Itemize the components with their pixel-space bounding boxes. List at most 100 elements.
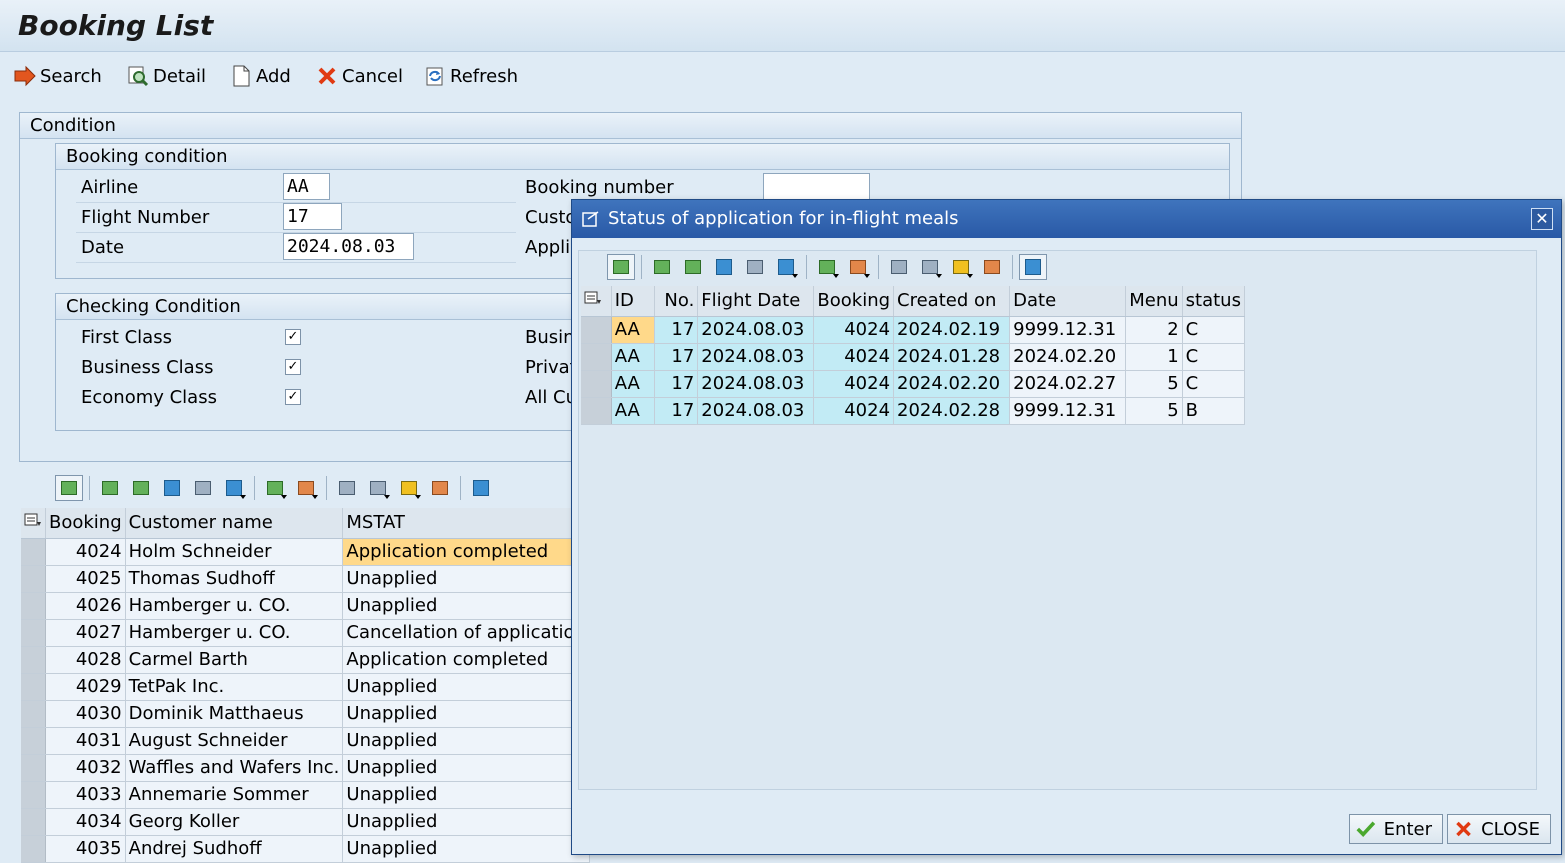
find-next-icon[interactable] [189,475,217,501]
enter-button[interactable]: Enter [1349,814,1443,844]
search-button[interactable]: Search [14,63,102,89]
cancel-button[interactable]: Cancel [316,63,403,89]
sum-icon[interactable] [813,254,841,280]
column-header-date[interactable]: Date [1009,286,1127,317]
table-row[interactable]: 4032 Waffles and Wafers Inc. Unapplied [21,754,590,782]
table-row[interactable]: 4034 Georg Koller Unapplied [21,808,590,836]
created-on-cell: 2024.02.28 [893,397,1011,425]
table-row[interactable]: 4028 Carmel Barth Application completed [21,646,590,674]
views-icon[interactable] [916,254,944,280]
booking-cell: 4025 [45,565,126,593]
row-selector[interactable] [21,781,46,809]
table-row[interactable]: 4033 Annemarie Sommer Unapplied [21,781,590,809]
economy-class-checkbox[interactable]: ✓ [285,389,301,405]
layout-icon[interactable] [426,475,454,501]
info-icon[interactable] [467,475,495,501]
row-selector[interactable] [21,646,46,674]
find-next-icon[interactable] [741,254,769,280]
row-selector[interactable] [21,700,46,728]
table-row[interactable]: AA 17 2024.08.03 4024 2024.02.19 9999.12.31 2 C [581,316,1246,344]
table-row[interactable]: 4026 Hamberger u. CO. Unapplied [21,592,590,620]
subtotal-icon[interactable] [292,475,320,501]
row-selector[interactable] [21,754,46,782]
column-header-no[interactable]: No. [654,286,699,317]
row-selector[interactable] [581,343,612,371]
find-icon[interactable] [710,254,738,280]
refresh-button[interactable]: Refresh [424,63,518,89]
flight-number-field[interactable]: 17 [283,203,342,230]
booking-cell: 4027 [45,619,126,647]
date-field[interactable]: 2024.08.03 [283,233,414,260]
row-selector[interactable] [21,808,46,836]
add-button[interactable]: Add [230,63,291,89]
mstat-cell: Unapplied [342,808,590,836]
table-row[interactable]: AA 17 2024.08.03 4024 2024.02.28 9999.12.31 5 B [581,397,1246,425]
info-icon[interactable] [1019,254,1047,280]
row-selector[interactable] [581,397,612,425]
sort-descending-icon[interactable] [679,254,707,280]
table-row[interactable]: 4025 Thomas Sudhoff Unapplied [21,565,590,593]
sort-descending-icon[interactable] [127,475,155,501]
toolbar-separator [460,476,461,500]
customer-label: Custo [525,207,577,228]
row-selector[interactable] [21,727,46,755]
row-selector[interactable] [21,673,46,701]
filter-icon[interactable] [772,254,800,280]
airline-field[interactable]: AA [283,173,330,200]
column-header-flight-date[interactable]: Flight Date [697,286,815,317]
print-icon[interactable] [885,254,913,280]
details-icon[interactable] [55,475,83,501]
column-header-id[interactable]: ID [611,286,655,317]
column-header-status[interactable]: status [1182,286,1246,317]
booking-cell: 4024 [813,370,895,398]
column-header-created-on[interactable]: Created on [893,286,1011,317]
new-document-icon [233,65,250,87]
row-selector[interactable] [581,370,612,398]
export-icon[interactable] [395,475,423,501]
subtotal-icon[interactable] [844,254,872,280]
table-row[interactable]: 4029 TetPak Inc. Unapplied [21,673,590,701]
table-row[interactable]: 4024 Holm Schneider Application completed [21,538,590,566]
column-header-menu[interactable]: Menu [1125,286,1183,317]
column-header-booking[interactable]: Booking [813,286,895,317]
dialog-close-icon[interactable]: ✕ [1531,208,1553,230]
print-icon[interactable] [333,475,361,501]
booking-number-field[interactable] [763,173,870,200]
business-class-checkbox[interactable]: ✓ [285,359,301,375]
table-row[interactable]: AA 17 2024.08.03 4024 2024.02.20 2024.02.27 5 C [581,370,1246,398]
select-all-icon[interactable] [21,508,46,539]
views-icon[interactable] [364,475,392,501]
column-header-customer-name[interactable]: Customer name [125,508,344,539]
flight-number-label: Flight Number [81,207,210,228]
details-icon[interactable] [607,254,635,280]
column-header-mstat[interactable]: MSTAT [342,508,590,539]
row-selector[interactable] [21,835,46,863]
table-row[interactable]: AA 17 2024.08.03 4024 2024.01.28 2024.02.20 1 C [581,343,1246,371]
filter-icon[interactable] [220,475,248,501]
detail-magnifier-icon [128,66,149,87]
customer-cell: Thomas Sudhoff [125,565,344,593]
row-selector[interactable] [21,565,46,593]
table-row[interactable]: 4027 Hamberger u. CO. Cancellation of appl… [21,619,590,647]
table-row[interactable]: 4035 Andrej Sudhoff Unapplied [21,835,590,863]
table-row[interactable]: 4031 August Schneider Unapplied [21,727,590,755]
table-row[interactable]: 4030 Dominik Matthaeus Unapplied [21,700,590,728]
flight-date-cell: 2024.08.03 [697,316,815,344]
sum-icon[interactable] [261,475,289,501]
sort-ascending-icon[interactable] [96,475,124,501]
row-selector[interactable] [21,538,46,566]
export-icon[interactable] [947,254,975,280]
row-selector[interactable] [21,592,46,620]
sort-ascending-icon[interactable] [648,254,676,280]
row-selector[interactable] [581,316,612,344]
close-button[interactable]: CLOSE [1447,814,1551,844]
layout-icon[interactable] [978,254,1006,280]
find-icon[interactable] [158,475,186,501]
detail-button[interactable]: Detail [127,63,206,89]
row-selector[interactable] [21,619,46,647]
column-header-booking[interactable]: Booking [45,508,126,539]
first-class-checkbox[interactable]: ✓ [285,329,301,345]
select-all-icon[interactable] [581,286,612,317]
id-cell: AA [611,397,655,425]
dialog-title: Status of application for in-flight meal… [608,208,959,229]
